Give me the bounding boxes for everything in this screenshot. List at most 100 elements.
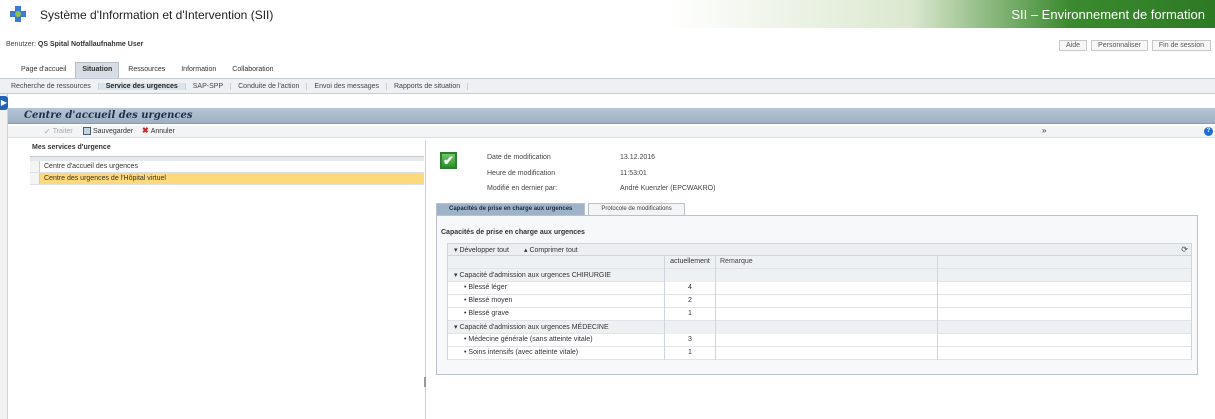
table-group-row[interactable]: ▾ Capacité d'admission aux urgences CHIR… [448, 269, 1191, 282]
date-label: Date de modification [487, 154, 551, 161]
table-row[interactable]: • Soins intensifs (avec atteinte vitale)… [448, 347, 1191, 360]
check-icon: ✓ [44, 127, 51, 136]
help-link[interactable]: Aide [1059, 40, 1088, 51]
row-label-text: Médecine générale (sans atteinte vitale) [468, 336, 593, 343]
environment-title: SII – Environnement de formation [1011, 7, 1205, 22]
page-title: Centre d'accueil des urgences [24, 110, 193, 121]
collapse-icon[interactable]: » [1042, 126, 1046, 135]
save-button[interactable]: Sauvegarder [83, 127, 133, 135]
row-value[interactable]: 1 [665, 308, 716, 321]
app-title: Système d'Information et d'Intervention … [40, 8, 274, 22]
subnav-resource-search[interactable]: Recherche de ressources [4, 82, 99, 90]
row-value[interactable]: 3 [665, 334, 716, 347]
group-label-text: Capacité d'admission aux urgences CHIRUR… [459, 272, 611, 279]
tab-capacities[interactable]: Capacités de prise en charge aux urgence… [436, 203, 586, 215]
tab-information[interactable]: Information [174, 62, 223, 78]
col-current-header: actuellement [665, 256, 716, 269]
main-tabs: Page d'accueil Situation Ressources Info… [14, 62, 281, 78]
table-row[interactable]: • Blessé grave 1 [448, 308, 1191, 321]
table-row[interactable]: • Médecine générale (sans atteinte vital… [448, 334, 1191, 347]
group-label-text: Capacité d'admission aux urgences MÉDECI… [459, 324, 609, 331]
date-value: 13.12.2016 [620, 154, 656, 161]
row-remark[interactable] [716, 282, 938, 295]
collapse-all-button[interactable]: ▴ Comprimer tout [524, 246, 578, 254]
row-label: • Blessé moyen [464, 297, 513, 304]
save-label: Sauvegarder [93, 127, 134, 135]
list-item-label: Centre des urgences de l'Hôpital virtuel [44, 175, 166, 182]
time-value: 11:53:01 [620, 170, 647, 177]
list-item[interactable]: Centre d'accueil des urgences [30, 161, 424, 173]
expand-all-button[interactable]: ▾ Développer tout [454, 246, 509, 254]
subnav-action-management[interactable]: Conduite de l'action [231, 82, 308, 90]
row-value[interactable]: 1 [665, 347, 716, 360]
panel-title: Mes services d'urgence [32, 144, 111, 151]
capacities-table: actuellement Remarque ▾ Capacité d'admis… [447, 256, 1192, 360]
time-label: Heure de modification [487, 170, 556, 177]
row-value[interactable]: 2 [665, 295, 716, 308]
sii-logo-icon [10, 6, 26, 22]
refresh-icon[interactable]: ⟳ [1181, 245, 1188, 254]
side-panel-handle[interactable] [0, 94, 8, 419]
help-icon[interactable]: ? [1204, 127, 1213, 136]
app-header: Système d'Information et d'Intervention … [0, 0, 1215, 28]
row-remark[interactable] [716, 308, 938, 321]
row-label-text: Blessé léger [468, 284, 507, 291]
row-label: • Blessé léger [464, 284, 507, 291]
row-selector[interactable] [30, 161, 40, 172]
tab-collaboration[interactable]: Collaboration [225, 62, 280, 78]
emergency-services-panel: Mes services d'urgence Centre d'accueil … [30, 140, 426, 419]
personalize-link[interactable]: Personnaliser [1091, 40, 1148, 51]
row-remark[interactable] [716, 334, 938, 347]
row-remark[interactable] [716, 347, 938, 360]
list-item[interactable]: Centre des urgences de l'Hôpital virtuel [30, 173, 424, 185]
tab-resources[interactable]: Ressources [121, 62, 172, 78]
subnav-emergency-service[interactable]: Service des urgences [98, 82, 186, 90]
row-label: • Blessé grave [464, 310, 509, 317]
top-links: Aide Personnaliser Fin de session [1059, 40, 1211, 51]
group-label: ▾ Capacité d'admission aux urgences CHIR… [454, 272, 611, 279]
row-selector[interactable] [30, 173, 40, 184]
subnav-sap-spp[interactable]: SAP-SPP [186, 82, 232, 90]
tab-situation[interactable]: Situation [75, 62, 120, 78]
row-label-text: Blessé moyen [468, 297, 513, 304]
row-label-text: Blessé grave [468, 310, 509, 317]
capacities-panel: Capacités de prise en charge aux urgence… [436, 215, 1198, 375]
subnav-situation-reports[interactable]: Rapports de situation [387, 82, 469, 90]
collapse-all-label: Comprimer tout [529, 247, 578, 254]
col-remark-header: Remarque [720, 258, 753, 265]
row-value[interactable]: 4 [665, 282, 716, 295]
table-header: actuellement Remarque [448, 256, 1191, 269]
modified-by-value: André Kuenzler (EPCWAKRO) [620, 185, 716, 192]
tab-home[interactable]: Page d'accueil [14, 62, 73, 78]
tree-toolbar: ▾ Développer tout ▴ Comprimer tout ⟳ [447, 243, 1192, 256]
detail-tabs: Capacités de prise en charge aux urgence… [436, 203, 685, 215]
subnav-send-messages[interactable]: Envoi des messages [307, 82, 387, 90]
row-remark[interactable] [716, 295, 938, 308]
capacities-title: Capacités de prise en charge aux urgence… [441, 229, 585, 236]
expand-panel-icon[interactable]: ▶ [0, 96, 8, 110]
user-info: Benutzer: QS Spital Notfallaufnahme User [6, 41, 144, 48]
save-icon [83, 127, 91, 135]
modified-by-label: Modifié en dernier par: [487, 185, 558, 192]
tab-change-log[interactable]: Protocole de modifications [588, 203, 685, 215]
cancel-button[interactable]: ✖ Annuler [142, 127, 175, 135]
sub-navigation: Recherche de ressources Service des urge… [0, 78, 1215, 94]
page-title-bar: Centre d'accueil des urgences [8, 108, 1215, 124]
row-label: • Médecine générale (sans atteinte vital… [464, 336, 593, 343]
logout-link[interactable]: Fin de session [1151, 40, 1211, 51]
table-group-row[interactable]: ▾ Capacité d'admission aux urgences MÉDE… [448, 321, 1191, 334]
expand-all-label: Développer tout [459, 247, 509, 254]
close-icon: ✖ [142, 126, 149, 135]
process-button[interactable]: ✓ Traiter [44, 127, 73, 136]
group-label: ▾ Capacité d'admission aux urgences MÉDE… [454, 324, 609, 331]
user-name: QS Spital Notfallaufnahme User [37, 41, 144, 48]
splitter-handle[interactable] [424, 377, 426, 387]
table-row[interactable]: • Blessé moyen 2 [448, 295, 1191, 308]
row-label: • Soins intensifs (avec atteinte vitale) [464, 349, 579, 356]
list-item-label: Centre d'accueil des urgences [44, 163, 138, 170]
status-ok-icon: ✔ [440, 152, 457, 169]
user-bar: Benutzer: QS Spital Notfallaufnahme User… [0, 38, 1215, 52]
table-row[interactable]: • Blessé léger 4 [448, 282, 1191, 295]
user-label: Benutzer [6, 41, 35, 48]
cancel-label: Annuler [150, 127, 175, 135]
